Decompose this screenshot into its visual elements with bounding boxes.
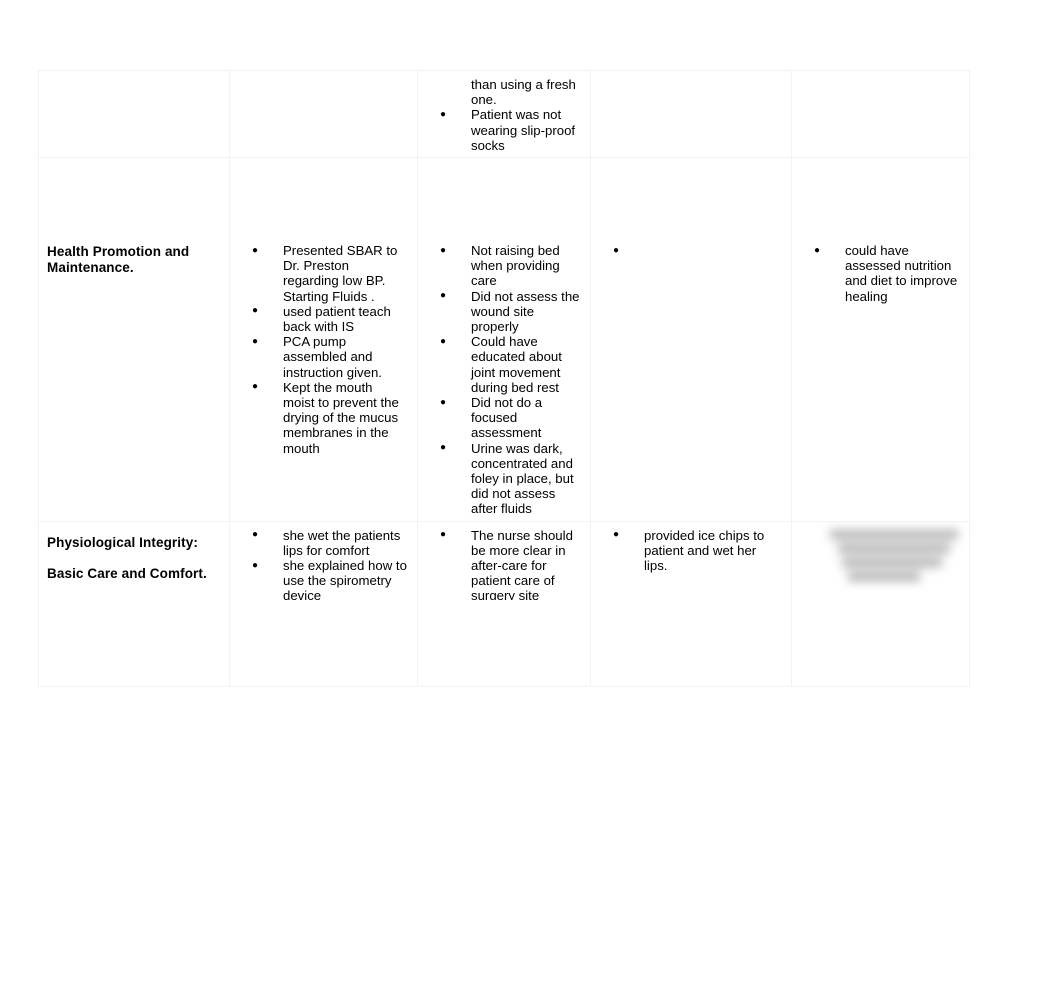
comments-cell [590, 157, 792, 522]
list-item: Kept the mouth moist to prevent the dryi… [238, 379, 407, 456]
comments-cell: provided ice chips to patient and wet he… [590, 520, 792, 687]
areas-for-improvement-cell: than using a fresh one. Patient was not … [417, 69, 591, 159]
list-item: used patient teach back with IS [238, 303, 407, 334]
areas-for-improvement-cell: The nurse should be more clear in after-… [417, 520, 591, 687]
bullet-list: could have assessed nutrition and diet t… [800, 243, 959, 304]
list-item: Did not assess the wound site properly [426, 288, 580, 335]
list-item: she wet the patients lips for comfort [238, 527, 407, 558]
redacted-content-block [818, 529, 968, 586]
category-label-line-2: Basic Care and Comfort. [47, 566, 207, 582]
bullet-list: Presented SBAR to Dr. Preston regarding … [238, 243, 407, 456]
bullet-list: Not raising bed when providing care Did … [426, 243, 580, 517]
list-item: she explained how to use the spirometry … [238, 558, 407, 600]
table-row: Health Promotion and Maintenance. Presen… [38, 157, 970, 522]
bullet-list: Patient was not wearing slip-proof socks [426, 107, 580, 153]
category-cell: Health Promotion and Maintenance. [38, 157, 230, 522]
bullet-list: she wet the patients lips for comfort sh… [238, 527, 407, 600]
category-label-line-1: Physiological Integrity: [47, 534, 198, 550]
list-item: provided ice chips to patient and wet he… [599, 527, 781, 574]
bullet-list: The nurse should be more clear in after-… [426, 527, 580, 600]
list-item: Not raising bed when providing care [426, 243, 580, 289]
list-item: The nurse should be more clear in after-… [426, 527, 580, 600]
recommendations-cell [791, 520, 970, 687]
strengths-cell: Presented SBAR to Dr. Preston regarding … [229, 157, 418, 522]
table-row: Physiological Integrity: Basic Care and … [38, 520, 970, 687]
list-item: PCA pump assembled and instruction given… [238, 334, 407, 380]
list-item: Presented SBAR to Dr. Preston regarding … [238, 243, 407, 304]
recommendations-cell [791, 69, 970, 159]
list-item: Could have educated about joint movement… [426, 334, 580, 395]
table-row: than using a fresh one. Patient was not … [38, 69, 970, 159]
list-item: could have assessed nutrition and diet t… [800, 243, 959, 304]
bullet-list: provided ice chips to patient and wet he… [599, 527, 781, 574]
document-page: than using a fresh one. Patient was not … [0, 0, 1062, 1001]
recommendations-cell: could have assessed nutrition and diet t… [791, 157, 970, 522]
category-cell [38, 69, 230, 159]
list-item: Urine was dark, concentrated and foley i… [426, 440, 580, 517]
category-label: Health Promotion and Maintenance. [47, 244, 190, 275]
category-cell: Physiological Integrity: Basic Care and … [38, 520, 230, 687]
comments-cell [590, 69, 792, 159]
strengths-cell: she wet the patients lips for comfort sh… [229, 520, 418, 687]
areas-for-improvement-cell: Not raising bed when providing care Did … [417, 157, 591, 522]
continuation-text: than using a fresh one. [471, 77, 576, 108]
strengths-cell [229, 69, 418, 159]
list-item: Did not do a focused assessment [426, 395, 580, 441]
rubric-table: than using a fresh one. Patient was not … [38, 69, 970, 687]
list-item: Patient was not wearing slip-proof socks [426, 107, 580, 153]
empty-bullet [599, 243, 781, 259]
